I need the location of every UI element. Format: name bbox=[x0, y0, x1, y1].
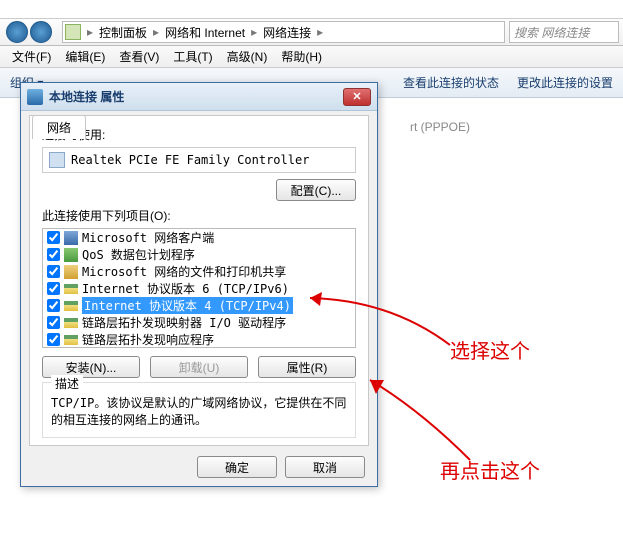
items-listbox[interactable]: Microsoft 网络客户端QoS 数据包计划程序Microsoft 网络的文… bbox=[42, 228, 356, 348]
toolbar-view-status[interactable]: 查看此连接的状态 bbox=[403, 74, 499, 91]
menu-bar: 文件(F) 编辑(E) 查看(V) 工具(T) 高级(N) 帮助(H) bbox=[0, 46, 623, 68]
breadcrumb-path[interactable]: ▸ 控制面板 ▸ 网络和 Internet ▸ 网络连接 ▸ bbox=[62, 21, 505, 43]
chevron-right-icon: ▸ bbox=[85, 25, 95, 39]
dialog-title: 本地连接 属性 bbox=[49, 88, 343, 105]
properties-dialog: 本地连接 属性 ✕ 网络 连接时使用: Realtek PCIe FE Fami… bbox=[20, 82, 378, 487]
protocol-icon bbox=[64, 248, 78, 262]
nav-forward-button[interactable] bbox=[30, 21, 52, 43]
item-label: 链路层拓扑发现响应程序 bbox=[82, 331, 214, 348]
protocol-icon bbox=[64, 231, 78, 245]
list-item[interactable]: Internet 协议版本 4 (TCP/IPv4) bbox=[43, 297, 355, 314]
menu-advanced[interactable]: 高级(N) bbox=[221, 46, 274, 67]
cancel-button[interactable]: 取消 bbox=[285, 456, 365, 478]
configure-button[interactable]: 配置(C)... bbox=[276, 179, 356, 201]
item-label: 链路层拓扑发现映射器 I/O 驱动程序 bbox=[82, 314, 286, 331]
list-item[interactable]: 链路层拓扑发现响应程序 bbox=[43, 331, 355, 348]
item-checkbox[interactable] bbox=[47, 316, 60, 329]
item-label: Microsoft 网络客户端 bbox=[82, 229, 214, 246]
toolbar-change-settings[interactable]: 更改此连接的设置 bbox=[517, 74, 613, 91]
list-item[interactable]: QoS 数据包计划程序 bbox=[43, 246, 355, 263]
chevron-right-icon: ▸ bbox=[315, 25, 325, 39]
tab-network[interactable]: 网络 bbox=[32, 115, 86, 139]
item-checkbox[interactable] bbox=[47, 282, 60, 295]
item-checkbox[interactable] bbox=[47, 299, 60, 312]
dialog-titlebar[interactable]: 本地连接 属性 ✕ bbox=[21, 83, 377, 111]
adapter-field: Realtek PCIe FE Family Controller bbox=[42, 147, 356, 173]
properties-button[interactable]: 属性(R) bbox=[258, 356, 356, 378]
list-item[interactable]: Internet 协议版本 6 (TCP/IPv6) bbox=[43, 280, 355, 297]
nav-back-button[interactable] bbox=[6, 21, 28, 43]
description-text: TCP/IP。该协议是默认的广域网络协议，它提供在不同的相互连接的网络上的通讯。 bbox=[51, 395, 347, 429]
item-label: Internet 协议版本 6 (TCP/IPv6) bbox=[82, 280, 289, 297]
control-panel-icon bbox=[65, 24, 81, 40]
description-legend: 描述 bbox=[51, 375, 83, 392]
menu-help[interactable]: 帮助(H) bbox=[275, 46, 328, 67]
item-checkbox[interactable] bbox=[47, 231, 60, 244]
description-group: 描述 TCP/IP。该协议是默认的广域网络协议，它提供在不同的相互连接的网络上的… bbox=[42, 382, 356, 438]
ok-button[interactable]: 确定 bbox=[197, 456, 277, 478]
protocol-icon bbox=[64, 265, 78, 279]
item-checkbox[interactable] bbox=[47, 248, 60, 261]
adapter-name: Realtek PCIe FE Family Controller bbox=[71, 153, 309, 167]
connect-using-label: 连接时使用: bbox=[42, 126, 356, 143]
annotation-then-click: 再点击这个 bbox=[440, 455, 540, 484]
item-checkbox[interactable] bbox=[47, 265, 60, 278]
menu-edit[interactable]: 编辑(E) bbox=[59, 46, 111, 67]
list-item[interactable]: Microsoft 网络客户端 bbox=[43, 229, 355, 246]
chevron-right-icon: ▸ bbox=[249, 25, 259, 39]
adapter-icon bbox=[49, 152, 65, 168]
menu-file[interactable]: 文件(F) bbox=[6, 46, 57, 67]
menu-tools[interactable]: 工具(T) bbox=[167, 46, 218, 67]
protocol-icon bbox=[64, 301, 78, 311]
list-item[interactable]: Microsoft 网络的文件和打印机共享 bbox=[43, 263, 355, 280]
protocol-icon bbox=[64, 318, 78, 328]
uninstall-button: 卸载(U) bbox=[150, 356, 248, 378]
protocol-icon bbox=[64, 284, 78, 294]
close-button[interactable]: ✕ bbox=[343, 88, 371, 106]
chevron-right-icon: ▸ bbox=[151, 25, 161, 39]
menu-view[interactable]: 查看(V) bbox=[113, 46, 165, 67]
items-label: 此连接使用下列项目(O): bbox=[42, 207, 356, 224]
dialog-body: 网络 连接时使用: Realtek PCIe FE Family Control… bbox=[29, 115, 369, 446]
search-placeholder: 搜索 网络连接 bbox=[514, 24, 589, 41]
protocol-icon bbox=[64, 335, 78, 345]
item-checkbox[interactable] bbox=[47, 333, 60, 346]
breadcrumb-bar: ▸ 控制面板 ▸ 网络和 Internet ▸ 网络连接 ▸ 搜索 网络连接 bbox=[0, 18, 623, 46]
annotation-select-this: 选择这个 bbox=[450, 335, 530, 364]
item-label: Internet 协议版本 4 (TCP/IPv4) bbox=[82, 297, 293, 314]
bg-connection-label: rt (PPPOE) bbox=[410, 120, 470, 134]
breadcrumb-seg[interactable]: 网络连接 bbox=[259, 24, 315, 41]
breadcrumb-seg[interactable]: 控制面板 bbox=[95, 24, 151, 41]
item-label: Microsoft 网络的文件和打印机共享 bbox=[82, 263, 286, 280]
breadcrumb-seg[interactable]: 网络和 Internet bbox=[161, 24, 249, 41]
search-input[interactable]: 搜索 网络连接 bbox=[509, 21, 619, 43]
list-item[interactable]: 链路层拓扑发现映射器 I/O 驱动程序 bbox=[43, 314, 355, 331]
item-label: QoS 数据包计划程序 bbox=[82, 246, 195, 263]
network-adapter-icon bbox=[27, 89, 43, 105]
